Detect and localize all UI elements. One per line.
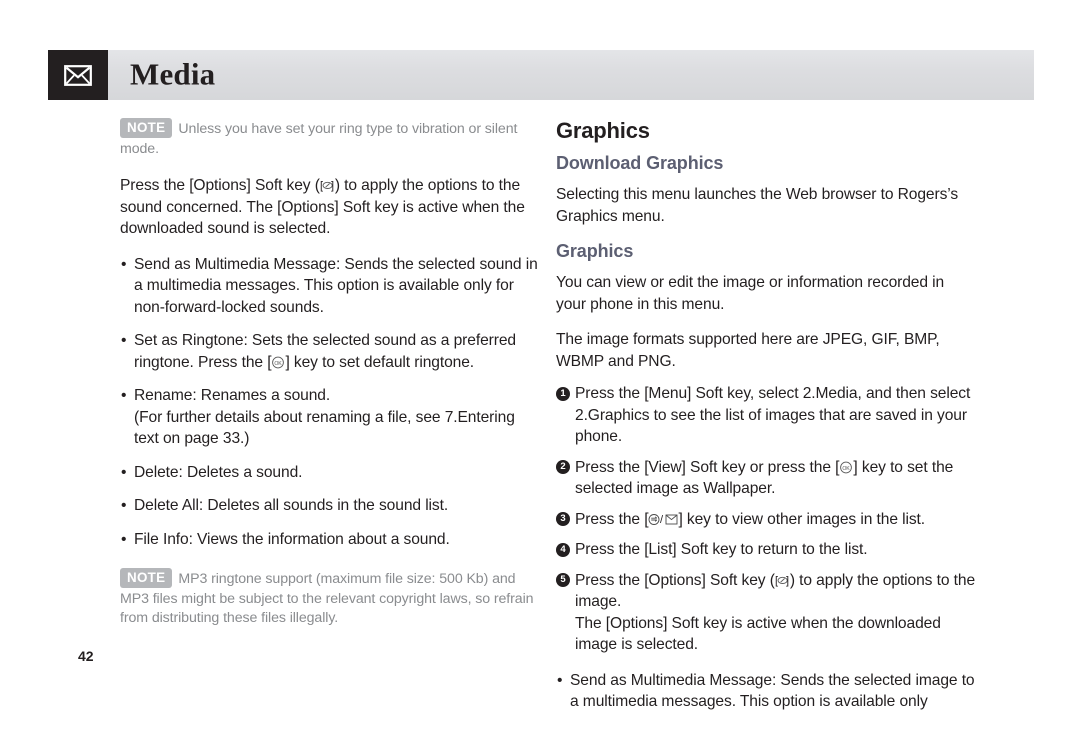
list-item-text-line1: Rename: Renames a sound. <box>134 387 331 404</box>
intro-paragraph: Press the [Options] Soft key ([]) to app… <box>120 175 540 240</box>
intro-paragraph-part1: Press the [Options] Soft key ( <box>120 177 320 194</box>
svg-text:OK: OK <box>843 466 851 472</box>
bullet-marker: • <box>121 332 127 349</box>
options-softkey-icon: [] <box>775 574 790 587</box>
svg-text:/: / <box>660 514 664 526</box>
list-item-text-part2: ] key to set default ringtone. <box>285 353 475 371</box>
paragraph-view-edit: You can view or edit the image or inform… <box>556 274 945 313</box>
note-badge: NOTE <box>120 568 173 588</box>
subsection-heading-download-graphics: Download Graphics <box>556 153 724 173</box>
left-column: NOTE Unless you have set your ring type t… <box>120 118 540 645</box>
list-item-text-part1: Press the [ <box>575 510 649 528</box>
list-item-text-part1: Press the [Options] Soft key ( <box>575 571 775 589</box>
list-item-text: Send as Multimedia Message: Sends the se… <box>134 255 538 316</box>
list-item: 3 Press the [ / ] key to view other images… <box>556 509 976 531</box>
bullet-marker: • <box>121 530 127 548</box>
list-item-text: Press the [Menu] Soft key, select 2.Medi… <box>575 385 971 445</box>
note-text: MP3 ringtone support (maximum file size:… <box>120 571 534 626</box>
list-item: 2 Press the [View] Soft key or press the… <box>556 457 976 500</box>
list-item-text-part2: ] key to view other images in the list. <box>678 510 926 528</box>
list-item: 4 Press the [List] Soft key to return to… <box>556 539 976 561</box>
list-item-text-part1: Press the [View] Soft key or press the [ <box>575 458 840 476</box>
page-number: 42 <box>78 648 94 664</box>
list-item: • Set as Ringtone: Sets the selected sou… <box>120 330 540 373</box>
scroll-message-key-icon: / <box>648 513 678 526</box>
list-item-text-line2: The [Options] Soft key is active when th… <box>575 614 941 654</box>
note-badge: NOTE <box>120 118 173 138</box>
page-title: Media <box>130 56 216 92</box>
paragraph-formats: The image formats supported here are JPE… <box>556 331 940 370</box>
note-block-bottom: NOTE MP3 ringtone support (maximum file s… <box>120 568 540 629</box>
list-item: • Rename: Renames a sound. (For further … <box>120 385 540 450</box>
list-item-text: Delete: Deletes a sound. <box>134 463 303 481</box>
step-number-badge: 5 <box>556 573 570 587</box>
svg-text:[: [ <box>320 180 323 192</box>
step-number-badge: 1 <box>556 386 570 401</box>
bullet-marker: • <box>121 497 127 514</box>
list-item: • Delete All: Deletes all sounds in the … <box>120 495 540 517</box>
svg-text:]: ] <box>331 180 334 192</box>
right-column: Graphics Download Graphics Selecting thi… <box>556 118 976 725</box>
list-item-text: Send as Multimedia Message: Sends the se… <box>570 671 975 711</box>
note-block-top: NOTE Unless you have set your ring type t… <box>120 118 540 159</box>
list-item: • Send as Multimedia Message: Sends the … <box>120 254 540 319</box>
ok-key-icon: OK <box>271 356 285 369</box>
list-item: • Send as Multimedia Message: Sends the … <box>556 670 976 713</box>
header-icon-box <box>48 50 108 100</box>
list-item-text: File Info: Views the information about a… <box>134 530 450 548</box>
section-heading-graphics: Graphics <box>556 118 650 143</box>
step-number-badge: 3 <box>556 512 570 526</box>
subsection-heading-graphics: Graphics <box>556 241 634 261</box>
list-item: • File Info: Views the information about… <box>120 529 540 551</box>
ok-key-icon: OK <box>839 461 853 474</box>
list-item-text-line2: (For further details about renaming a fi… <box>134 408 515 448</box>
list-item-text: Press the [List] Soft key to return to t… <box>575 541 868 558</box>
bullet-marker: • <box>121 463 127 481</box>
svg-text:[: [ <box>775 575 778 587</box>
paragraph-download: Selecting this menu launches the Web bro… <box>556 186 959 225</box>
list-item: • Delete: Deletes a sound. <box>120 462 540 484</box>
bullet-marker: • <box>121 255 127 273</box>
envelope-icon <box>64 64 92 86</box>
step-number-badge: 4 <box>556 542 570 557</box>
list-item: 1 Press the [Menu] Soft key, select 2.Me… <box>556 383 976 448</box>
options-softkey-icon: [] <box>320 179 335 192</box>
list-item-text: Delete All: Deletes all sounds in the so… <box>134 497 449 514</box>
bullet-marker: • <box>121 387 127 404</box>
svg-text:OK: OK <box>275 361 283 367</box>
bullet-marker: • <box>557 671 563 689</box>
list-item: 5 Press the [Options] Soft key ([]) to a… <box>556 570 976 656</box>
page-header: Media <box>48 50 1034 100</box>
note-text: Unless you have set your ring type to vi… <box>120 121 518 157</box>
svg-text:]: ] <box>786 575 789 587</box>
step-number-badge: 2 <box>556 460 570 474</box>
